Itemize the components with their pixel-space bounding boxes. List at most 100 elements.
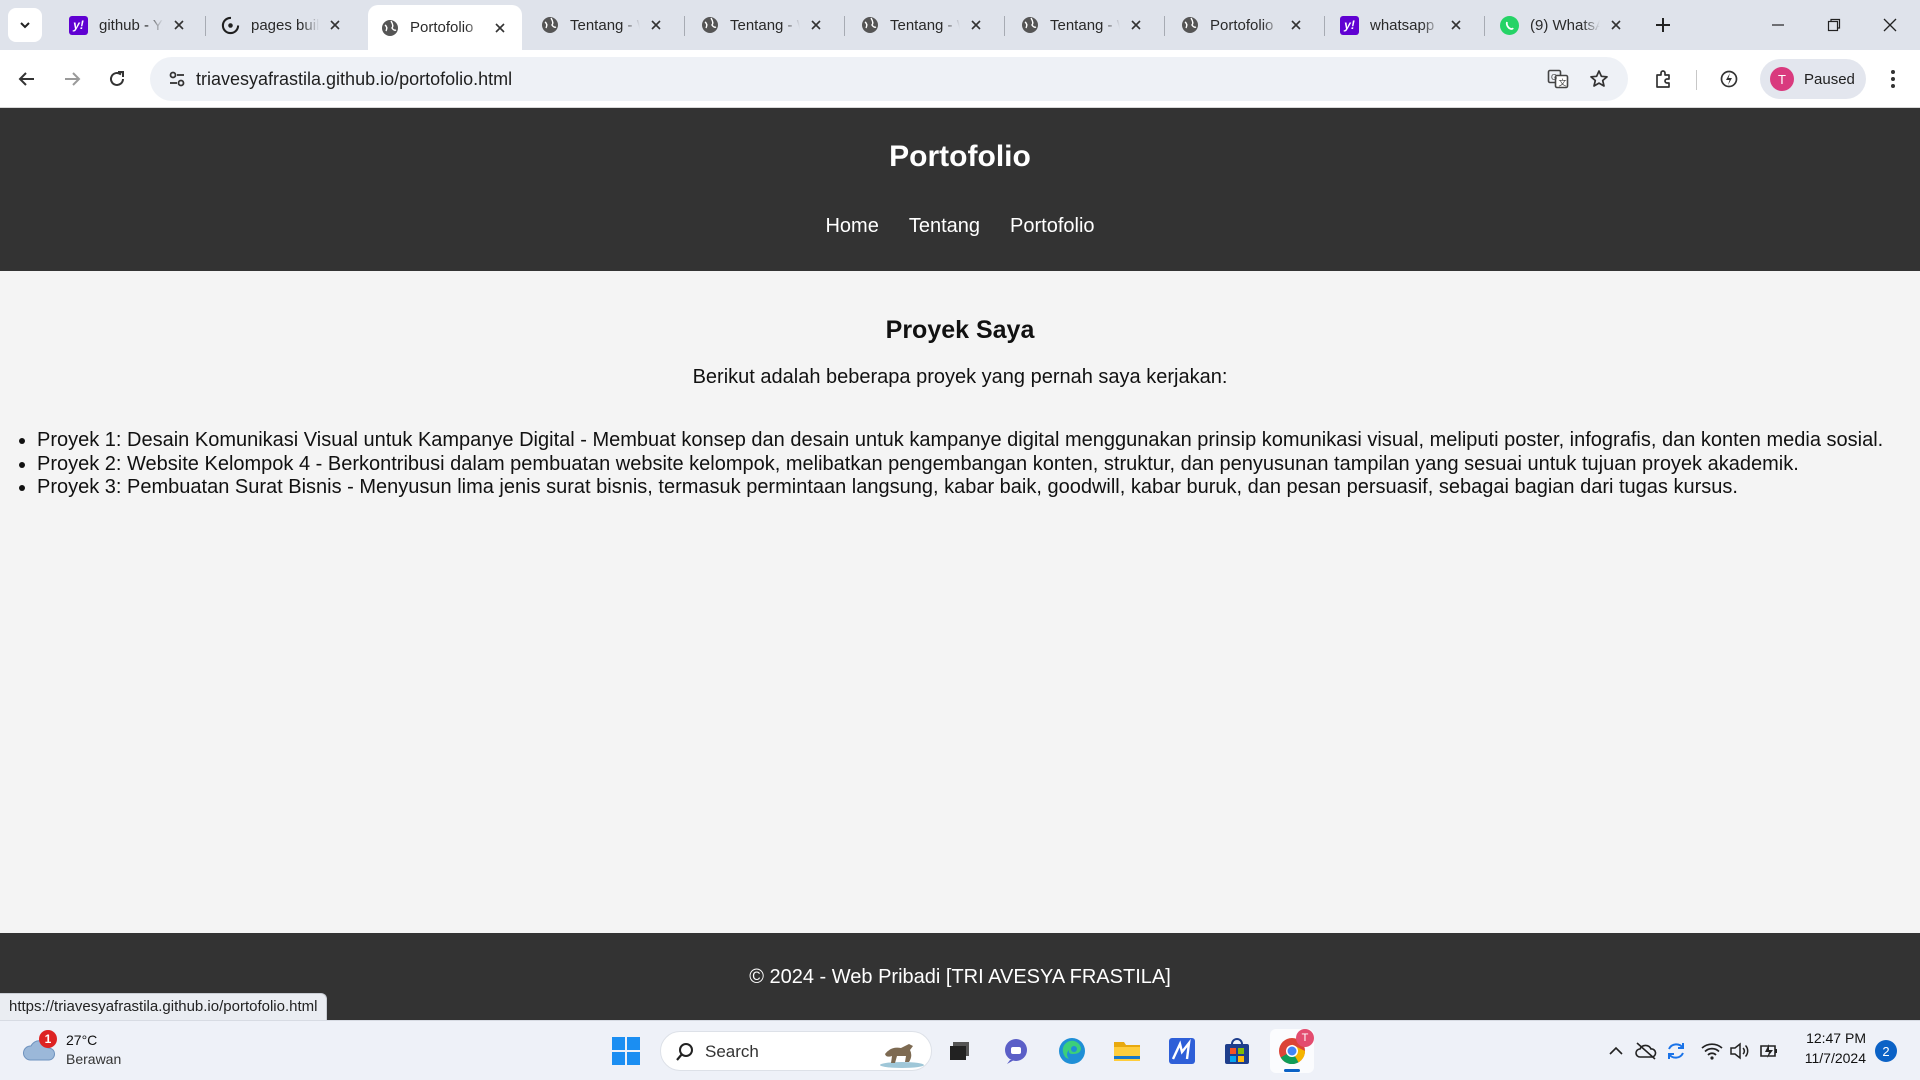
tab-pages-build[interactable]: pages build and deployment [209, 7, 357, 43]
weather-temp: 27°C [66, 1032, 98, 1048]
search-icon [676, 1043, 693, 1061]
tab-title: pages build and deployment [251, 16, 319, 34]
browser-toolbar: triavesyafrastila.github.io/portofolio.h… [0, 50, 1920, 108]
arrow-right-icon [65, 72, 81, 86]
onedrive-tray-icon[interactable] [1633, 1038, 1659, 1064]
clock-date[interactable]: 11/7/2024 [1790, 1050, 1866, 1066]
minimize-button[interactable] [1750, 0, 1806, 50]
close-icon[interactable] [1606, 15, 1626, 35]
tab-tentang-2[interactable]: Tentang - Web Pribadi [688, 7, 838, 43]
tab-title: Tentang - Web Pribadi [890, 16, 960, 34]
sync-tray-icon[interactable] [1663, 1038, 1689, 1064]
list-item: Proyek 1: Desain Komunikasi Visual untuk… [37, 429, 1917, 453]
close-icon[interactable] [1286, 15, 1306, 35]
extensions-button[interactable] [1646, 62, 1680, 96]
close-icon [1883, 18, 1897, 32]
weather-widget[interactable]: 1 27°C Berawan [22, 1030, 132, 1072]
store-icon [1225, 1038, 1249, 1064]
tab-github-yahoo[interactable]: y! github - Yahoo Search [57, 7, 201, 43]
tab-whatsapp-web[interactable]: (9) WhatsApp [1488, 7, 1638, 43]
list-item: Proyek 2: Website Kelompok 4 - Berkontri… [37, 453, 1917, 477]
avatar: T [1770, 67, 1794, 91]
task-view-icon [950, 1042, 969, 1060]
start-button[interactable] [604, 1029, 648, 1073]
microsoft-store-button[interactable] [1215, 1029, 1259, 1073]
profile-button[interactable]: T Paused [1760, 59, 1866, 99]
tab-divider [1004, 16, 1005, 36]
tab-tentang-4[interactable]: Tentang - Web Pribadi [1008, 7, 1158, 43]
new-tab-button[interactable] [1648, 10, 1678, 40]
file-explorer-button[interactable] [1105, 1029, 1149, 1073]
tab-portofolio-2[interactable]: Portofolio [1168, 7, 1318, 43]
show-hidden-icons-button[interactable] [1603, 1038, 1629, 1064]
notification-badge[interactable]: 2 [1875, 1040, 1897, 1062]
teams-chat-button[interactable] [994, 1029, 1038, 1073]
wifi-icon[interactable] [1699, 1038, 1725, 1064]
translate-icon[interactable]: G文 [1541, 62, 1575, 96]
plus-icon [1656, 18, 1670, 32]
section-title: Proyek Saya [885, 316, 1035, 344]
arrow-left-icon [18, 72, 34, 86]
section-intro: Berikut adalah beberapa proyek yang pern… [692, 366, 1228, 388]
chrome-app-button[interactable]: T [1270, 1029, 1314, 1073]
yahoo-icon: y! [69, 15, 88, 35]
tab-portofolio-active[interactable]: Portofolio [368, 5, 522, 50]
tab-title: Portofolio [410, 19, 474, 36]
close-icon[interactable] [169, 15, 189, 35]
tab-tentang-3[interactable]: Tentang - Web Pribadi [848, 7, 998, 43]
taskbar-search[interactable]: Search [660, 1031, 932, 1071]
clock-time[interactable]: 12:47 PM [1790, 1030, 1866, 1046]
folder-icon [1114, 1042, 1140, 1061]
chrome-profile-badge: T [1296, 1029, 1314, 1047]
close-icon[interactable] [646, 15, 666, 35]
tab-divider [1484, 16, 1485, 36]
site-nav: Home Tentang Portofolio [0, 215, 1920, 238]
url-text[interactable]: triavesyafrastila.github.io/portofolio.h… [196, 69, 512, 90]
project-list: Proyek 1: Desain Komunikasi Visual untuk… [37, 429, 1917, 500]
close-icon[interactable] [966, 15, 986, 35]
taskbar: 1 27°C Berawan Search T 12:47 PM 11/7/20… [0, 1020, 1920, 1080]
back-button[interactable] [10, 62, 44, 96]
reload-button[interactable] [100, 62, 134, 96]
tab-divider [684, 16, 685, 36]
tab-divider [1324, 16, 1325, 36]
code-editor-icon [1169, 1038, 1195, 1064]
nav-link-tentang[interactable]: Tentang [909, 215, 980, 238]
tab-title: Tentang - Web Pribadi [570, 16, 640, 34]
nav-link-home[interactable]: Home [825, 215, 878, 238]
tab-whatsapp-yahoo[interactable]: y! whatsapp [1328, 7, 1478, 43]
task-view-button[interactable] [938, 1029, 982, 1073]
tab-tentang-1[interactable]: Tentang - Web Pribadi [528, 7, 678, 43]
close-icon[interactable] [490, 18, 510, 38]
windows-icon [612, 1037, 640, 1065]
tab-title: Tentang - Web Pribadi [730, 16, 800, 34]
address-bar[interactable]: triavesyafrastila.github.io/portofolio.h… [150, 57, 1628, 101]
close-icon[interactable] [806, 15, 826, 35]
forward-button[interactable] [55, 62, 89, 96]
tab-title: whatsapp [1370, 16, 1435, 34]
battery-icon[interactable] [1757, 1038, 1783, 1064]
close-window-button[interactable] [1862, 0, 1918, 50]
close-icon[interactable] [1446, 15, 1466, 35]
globe-icon [1020, 16, 1039, 35]
restore-button[interactable] [1806, 0, 1862, 50]
tab-search-button[interactable] [8, 8, 42, 42]
edge-browser-button[interactable] [1050, 1029, 1094, 1073]
nav-link-portofolio[interactable]: Portofolio [1010, 215, 1095, 238]
browser-menu-button[interactable] [1876, 62, 1910, 96]
tab-divider [844, 16, 845, 36]
tab-title: (9) WhatsApp [1530, 16, 1600, 34]
site-info-icon[interactable] [160, 62, 194, 96]
close-icon[interactable] [325, 15, 345, 35]
editor-app-button[interactable] [1160, 1029, 1204, 1073]
tab-divider [1164, 16, 1165, 36]
close-icon[interactable] [1126, 15, 1146, 35]
edge-icon [1059, 1038, 1085, 1064]
weather-desc: Berawan [66, 1051, 122, 1067]
performance-button[interactable] [1712, 62, 1746, 96]
volume-icon[interactable] [1727, 1038, 1753, 1064]
search-placeholder: Search [705, 1042, 759, 1061]
bookmark-star-icon[interactable] [1582, 62, 1616, 96]
globe-icon [860, 16, 879, 35]
restore-icon [1827, 18, 1841, 32]
